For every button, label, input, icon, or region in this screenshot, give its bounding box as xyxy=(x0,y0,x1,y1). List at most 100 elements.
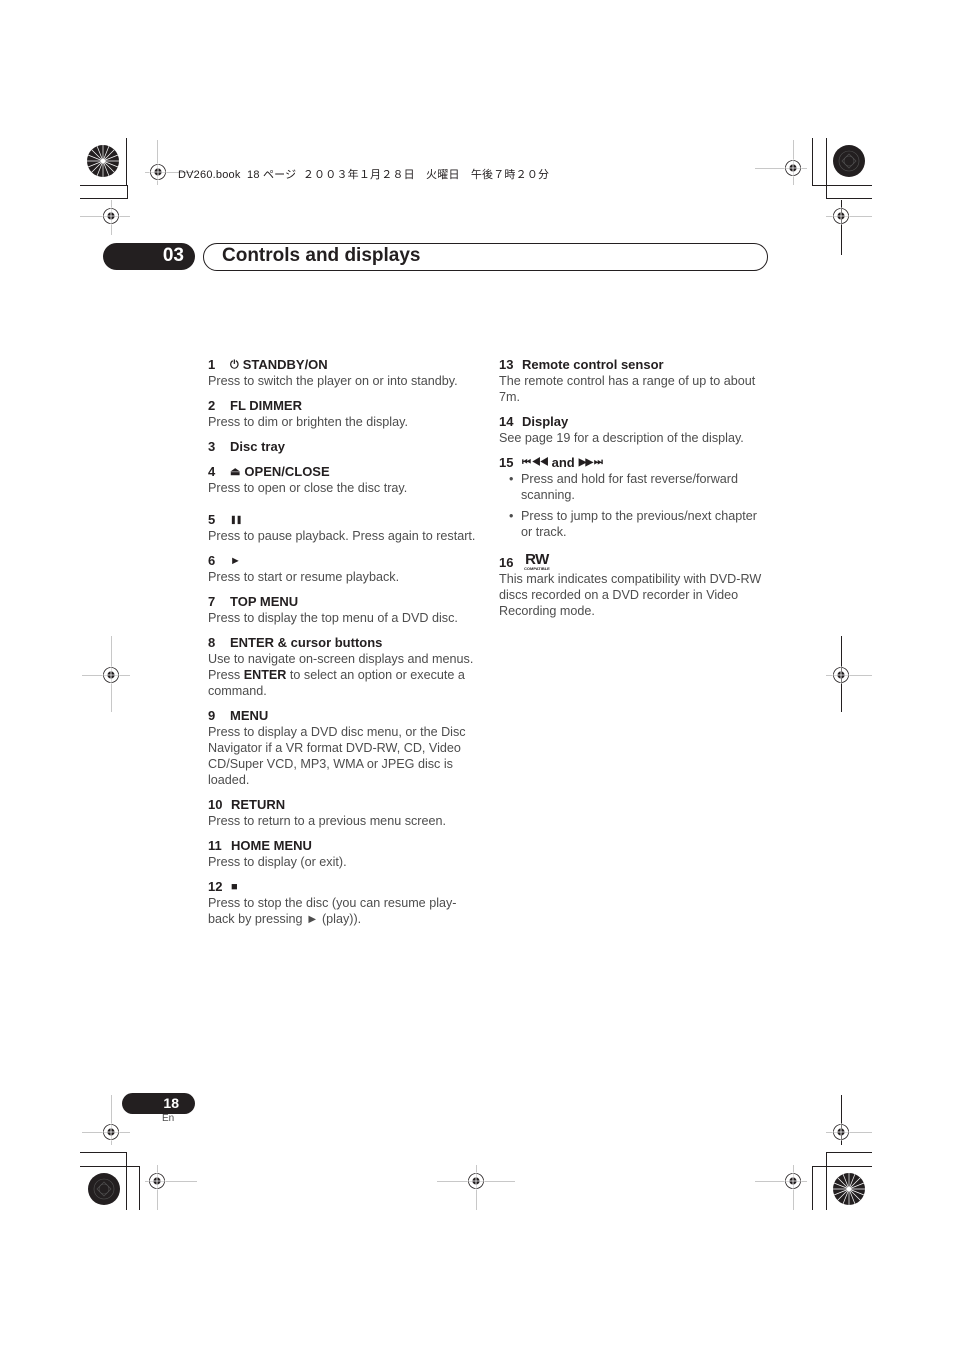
crop-mark xyxy=(812,1166,813,1210)
crosshair-icon xyxy=(832,207,850,225)
item-description: Press to pause playback. Press again to … xyxy=(208,529,476,543)
item-number: 11 xyxy=(208,838,222,853)
item-title: MENU xyxy=(230,708,269,723)
control-item: 12 ■ Press to stop the disc (you can resu… xyxy=(208,879,478,927)
item-title: STANDBY/ON xyxy=(242,357,328,372)
item-description: Press to display (or exit). xyxy=(208,855,347,869)
item-description: Press to display the top menu of a DVD d… xyxy=(208,611,458,625)
crosshair-icon xyxy=(149,163,167,181)
dark-target-icon xyxy=(833,145,865,177)
item-number: 9 xyxy=(208,708,216,723)
item-description: Press to stop the disc (you can resume p… xyxy=(208,896,457,926)
crosshair-icon xyxy=(148,1172,166,1190)
print-job-header: DV260.book 18 ページ ２００３年１月２８日 火曜日 午後７時２０分 xyxy=(178,169,550,181)
item-description: This mark indicates compatibility with D… xyxy=(499,572,762,618)
page-language: En xyxy=(162,1113,175,1124)
crop-mark xyxy=(80,185,127,186)
control-item: 3 Disc tray xyxy=(208,439,478,455)
control-item: 14 Display See page 19 for a description … xyxy=(499,414,769,446)
bullet-item: • Press and hold for fast reverse/forward… xyxy=(499,471,769,503)
item-title: Disc tray xyxy=(230,439,285,454)
bullet-icon: • xyxy=(509,472,514,486)
crop-mark xyxy=(812,185,872,186)
stop-icon: ■ xyxy=(231,881,238,893)
item-title: TOP MENU xyxy=(230,594,299,609)
control-item: 4 ⏏ OPEN/CLOSE Press to open or close the … xyxy=(208,464,478,496)
item-number: 12 xyxy=(208,879,223,894)
crosshair-icon xyxy=(102,1123,120,1141)
control-item: 9 MENU Press to display a DVD disc menu, … xyxy=(208,708,478,788)
crop-mark xyxy=(826,1152,872,1153)
left-column: 1 ⏻ STANDBY/ON Press to switch the player … xyxy=(208,357,478,936)
chapter-title-bar: Controls and displays xyxy=(203,243,768,271)
item-title: RETURN xyxy=(231,797,286,812)
item-number: 13 xyxy=(499,357,514,372)
item-number: 16 xyxy=(499,555,514,570)
starburst-target-icon xyxy=(87,145,119,177)
crop-mark xyxy=(826,138,827,199)
item-description: Press to display a DVD disc menu, or the… xyxy=(208,725,466,787)
control-item: 15 ⏮ ◀◀ and ▶▶ ⏭ • Press and hold for fast r… xyxy=(499,455,769,540)
item-number: 4 xyxy=(208,464,216,479)
crop-mark xyxy=(139,1166,140,1210)
crop-mark xyxy=(127,185,128,199)
bullet-text: Press to jump to the previous/next chapt… xyxy=(521,509,757,539)
skip-back-and-rewind-icons: ⏮ ◀◀ xyxy=(522,457,549,468)
item-title: Remote control sensor xyxy=(522,357,664,372)
item-description: Press to switch the player on or into st… xyxy=(208,374,458,388)
item-title: HOME MENU xyxy=(231,838,312,853)
control-item: 7 TOP MENU Press to display the top menu … xyxy=(208,594,478,626)
item-number: 2 xyxy=(208,398,216,413)
chapter-number: 03 xyxy=(162,245,184,266)
item-description: The remote control has a range of up to … xyxy=(499,374,756,404)
crosshair-icon xyxy=(784,159,802,177)
item-description: Press to start or resume playback. xyxy=(208,570,400,584)
control-item: 10 RETURN Press to return to a previous m… xyxy=(208,797,478,829)
description-bold-term: ENTER xyxy=(243,668,287,682)
crop-mark xyxy=(80,1152,127,1153)
item-description: Use to navigate on-screen displays and m… xyxy=(208,651,478,699)
power-icon: ⏻ xyxy=(230,359,239,371)
item-title: and xyxy=(551,455,575,470)
chapter-title: Controls and displays xyxy=(222,245,421,266)
page-number-tab: 18 xyxy=(122,1093,195,1114)
item-description: Press to dim or brighten the display. xyxy=(208,415,408,429)
item-number: 15 xyxy=(499,455,514,470)
control-item: 2 FL DIMMER Press to dim or brighten the … xyxy=(208,398,478,430)
crop-mark xyxy=(826,198,872,199)
item-number: 1 xyxy=(208,357,216,372)
item-number: 3 xyxy=(208,439,216,454)
eject-icon: ⏏ xyxy=(230,466,241,478)
fast-forward-and-skip-icons: ▶▶ ⏭ xyxy=(578,457,603,468)
item-title: Display xyxy=(522,414,569,429)
bullet-list: • Press and hold for fast reverse/forward… xyxy=(499,471,769,540)
item-number: 7 xyxy=(208,594,216,609)
crop-mark xyxy=(126,1152,127,1210)
pause-icon: ❚❚ xyxy=(230,515,242,524)
crop-mark xyxy=(80,1166,140,1167)
play-icon: ► xyxy=(230,555,241,567)
control-item: 8 ENTER & cursor buttons Use to navigate … xyxy=(208,635,478,699)
bullet-icon: • xyxy=(509,509,514,523)
crop-mark xyxy=(80,198,128,199)
item-description: Press to open or close the disc tray. xyxy=(208,481,408,495)
item-number: 8 xyxy=(208,635,216,650)
crop-mark xyxy=(826,1152,827,1210)
control-item: 16 RW COMPATIBLE This mark indicates compa… xyxy=(499,552,769,619)
crosshair-icon xyxy=(832,1123,850,1141)
item-number: 5 xyxy=(208,512,216,527)
crosshair-icon xyxy=(784,1172,802,1190)
item-description: Press to return to a previous menu scree… xyxy=(208,814,446,828)
crosshair-icon xyxy=(832,666,850,684)
bullet-item: • Press to jump to the previous/next chap… xyxy=(499,508,769,540)
control-item: 5 ❚❚ Press to pause playback. Press again… xyxy=(208,512,478,544)
crop-mark xyxy=(812,1166,872,1167)
crop-mark xyxy=(812,138,813,185)
item-title: ENTER & cursor buttons xyxy=(230,635,383,650)
control-item: 13 Remote control sensor The remote contr… xyxy=(499,357,769,405)
item-title: OPEN/CLOSE xyxy=(244,464,330,479)
item-description: See page 19 for a description of the dis… xyxy=(499,431,744,445)
right-column: 13 Remote control sensor The remote contr… xyxy=(499,357,769,628)
crop-mark xyxy=(126,138,127,185)
dark-target-icon xyxy=(88,1173,120,1205)
